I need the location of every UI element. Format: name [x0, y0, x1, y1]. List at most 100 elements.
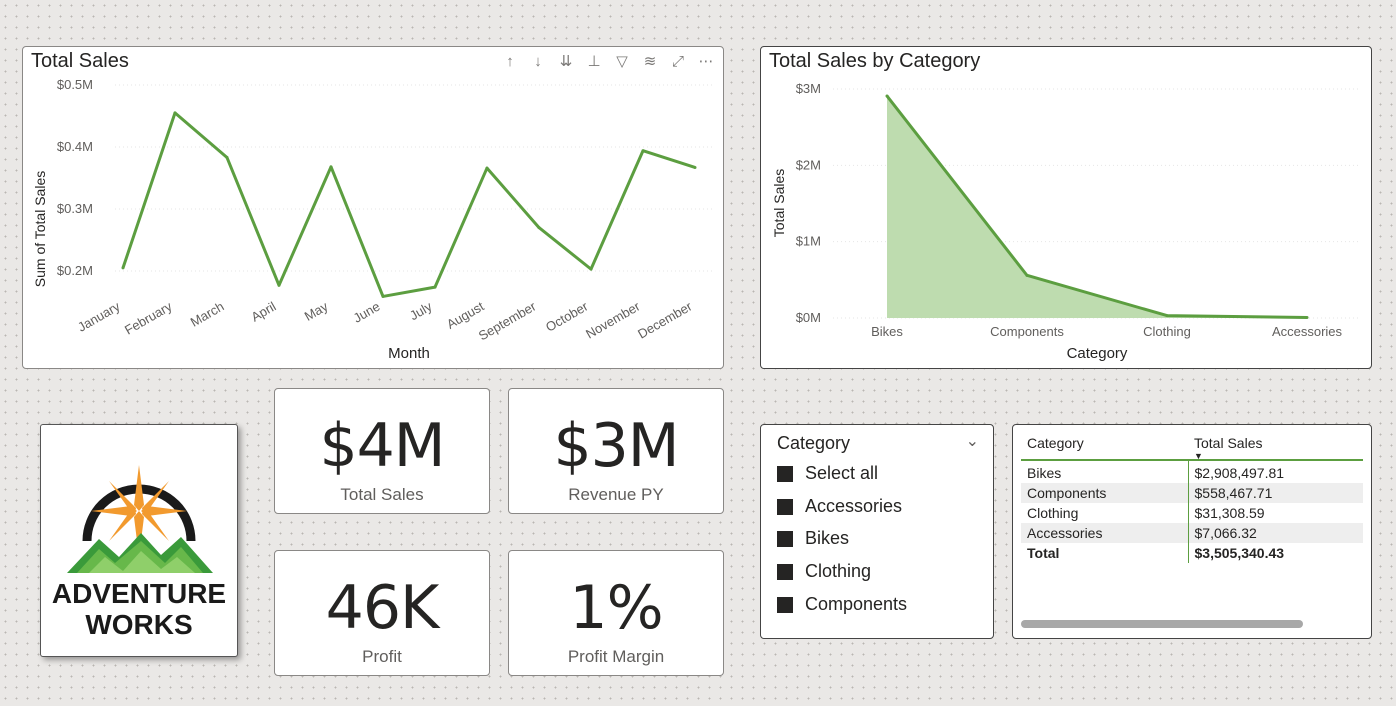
- checkbox[interactable]: [777, 596, 793, 613]
- kpi-total-sales-card[interactable]: $4M Total Sales: [274, 388, 490, 514]
- table-cell: $7,066.32: [1187, 523, 1363, 543]
- category-sales-visual[interactable]: Total Sales by Category $0M $1M $2M $3M Bike…: [760, 46, 1372, 369]
- sort-descending-icon: ▼: [1194, 451, 1203, 461]
- kpi-value: 1%: [569, 573, 663, 643]
- table-header-row: Category Total Sales ▼: [1021, 431, 1363, 461]
- data-point: [589, 267, 593, 271]
- slicer-item-label: Accessories: [805, 496, 903, 516]
- total-sales-visual[interactable]: Total Sales ↑ ↓ ⇊ ⊥ ▽ ≋ ⤢ ⋯ $0.2M $0.3M $0…: [22, 46, 724, 369]
- y-tick-label: $0.5M: [57, 77, 93, 92]
- area-chart: $0M $1M $2M $3M Bikes Components Clothing Acces…: [771, 81, 1361, 362]
- kpi-label: Total Sales: [340, 485, 424, 504]
- x-tick-label: May: [302, 298, 331, 324]
- table-cell: Bikes: [1027, 465, 1062, 481]
- x-tick-label: November: [583, 298, 643, 341]
- series-line: [121, 111, 696, 298]
- sales-table: Category Total Sales ▼ Bikes $2,908,497.…: [1021, 431, 1363, 563]
- slicer-item-accessories[interactable]: Accessories: [777, 496, 902, 517]
- kpi-label: Revenue PY: [568, 485, 664, 504]
- kpi-label: Profit: [362, 647, 402, 666]
- kpi-value: 46K: [325, 573, 440, 643]
- svg-text:WORKS: WORKS: [85, 609, 192, 640]
- kpi-revenue-py-card[interactable]: $3M Revenue PY: [508, 388, 724, 514]
- x-tick-label: Components: [990, 324, 1064, 339]
- y-tick-label: $3M: [796, 81, 821, 96]
- slicer-item-label: Clothing: [805, 561, 872, 581]
- table-cell: Components: [1021, 483, 1188, 503]
- table-total-row: Total $3,505,340.43: [1021, 543, 1363, 563]
- data-point: [121, 266, 125, 270]
- data-point: [173, 111, 177, 115]
- data-point: [381, 294, 385, 298]
- slicer-item-components[interactable]: Components: [777, 594, 907, 615]
- category-slicer[interactable]: Category ⌄ Select all Accessories Bikes …: [760, 424, 994, 639]
- x-tick-label: September: [476, 298, 539, 343]
- data-point: [1025, 273, 1029, 277]
- data-point: [537, 226, 541, 230]
- data-point: [225, 156, 229, 160]
- table-cell: $558,467.71: [1187, 483, 1363, 503]
- line-chart: $0.2M $0.3M $0.4M $0.5M January February March…: [32, 77, 715, 362]
- y-tick-label: $0.2M: [57, 263, 93, 278]
- slicer-item-label: Select all: [805, 463, 879, 483]
- x-tick-label: Bikes: [871, 324, 903, 339]
- y-axis-title: Total Sales: [771, 169, 787, 237]
- table-row[interactable]: Bikes $2,908,497.81: [1021, 460, 1363, 483]
- y-tick-label: $0.3M: [57, 201, 93, 216]
- y-tick-label: $2M: [796, 157, 821, 172]
- x-tick-label: December: [635, 298, 695, 341]
- checkbox[interactable]: [777, 530, 793, 547]
- logo-card: ADVENTURE WORKS: [40, 424, 238, 657]
- slicer-item-clothing[interactable]: Clothing: [777, 561, 871, 582]
- slicer-item-bikes[interactable]: Bikes: [777, 528, 849, 549]
- x-tick-label: April: [248, 299, 278, 325]
- table-cell: $3,505,340.43: [1187, 543, 1363, 563]
- table-cell: Total: [1027, 545, 1060, 561]
- x-tick-label: January: [75, 298, 123, 334]
- adventure-works-logo: ADVENTURE WORKS: [52, 465, 226, 640]
- x-axis-title: Category: [1067, 345, 1128, 362]
- column-header-total-sales[interactable]: Total Sales ▼: [1188, 431, 1363, 461]
- kpi-profit-card[interactable]: 46K Profit: [274, 550, 490, 676]
- checkbox[interactable]: [777, 465, 793, 482]
- data-point: [641, 149, 645, 153]
- category-table-visual[interactable]: Category Total Sales ▼ Bikes $2,908,497.…: [1012, 424, 1372, 639]
- slicer-item-label: Bikes: [805, 528, 850, 548]
- horizontal-scrollbar[interactable]: [1021, 620, 1303, 628]
- y-tick-label: $1M: [796, 234, 821, 249]
- table-row[interactable]: Components $558,467.71: [1021, 483, 1363, 503]
- slicer-item-select-all[interactable]: Select all: [777, 463, 878, 484]
- kpi-value: $3M: [553, 411, 679, 481]
- data-point: [1165, 314, 1169, 318]
- table-row[interactable]: Accessories $7,066.32: [1021, 523, 1363, 543]
- slicer-title: Category: [777, 433, 851, 453]
- table-cell: Clothing: [1027, 505, 1079, 521]
- x-tick-label: February: [122, 298, 175, 337]
- table-cell: $31,308.59: [1187, 503, 1363, 523]
- y-tick-label: $0M: [796, 310, 821, 325]
- kpi-value: $4M: [319, 411, 445, 481]
- column-header-category[interactable]: Category: [1021, 431, 1188, 461]
- slicer-item-label: Components: [805, 594, 908, 614]
- chevron-down-icon[interactable]: ⌄: [966, 431, 979, 451]
- table-cell: $2,908,497.81: [1187, 460, 1363, 483]
- kpi-profit-margin-card[interactable]: 1% Profit Margin: [508, 550, 724, 676]
- data-point: [277, 283, 281, 287]
- y-axis-title: Sum of Total Sales: [32, 171, 48, 287]
- data-point: [1305, 315, 1309, 319]
- svg-text:ADVENTURE: ADVENTURE: [52, 578, 226, 609]
- data-point: [485, 166, 489, 170]
- x-tick-label: Accessories: [1272, 324, 1343, 339]
- x-tick-label: July: [407, 298, 435, 323]
- checkbox[interactable]: [777, 498, 793, 515]
- y-tick-label: $0.4M: [57, 139, 93, 154]
- table-cell: Accessories: [1021, 523, 1188, 543]
- data-point: [433, 285, 437, 289]
- kpi-label: Profit Margin: [567, 647, 665, 666]
- checkbox[interactable]: [777, 563, 793, 580]
- table-row[interactable]: Clothing $31,308.59: [1021, 503, 1363, 523]
- data-point: [693, 165, 697, 169]
- x-axis-title: Month: [388, 345, 430, 362]
- x-tick-label: June: [351, 299, 383, 326]
- series-area: [887, 95, 1307, 318]
